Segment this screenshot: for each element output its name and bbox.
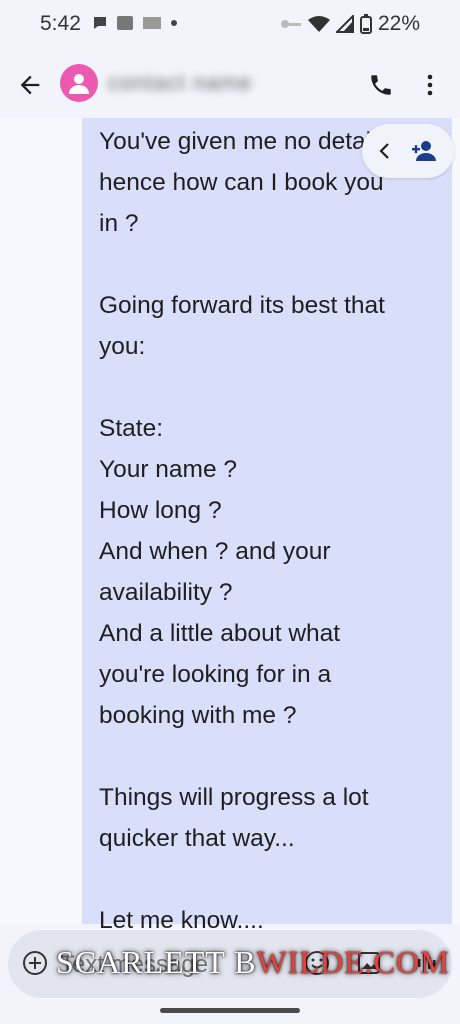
- person-icon: [69, 74, 89, 94]
- status-right: 22%: [280, 12, 420, 36]
- more-vert-icon[interactable]: [420, 72, 440, 98]
- add-circle-icon[interactable]: [22, 950, 48, 976]
- avatar[interactable]: [60, 64, 98, 102]
- status-bar: 5:42 22%: [0, 0, 460, 52]
- app-bar: contact name: [0, 52, 460, 118]
- notification-icons: [92, 14, 178, 32]
- gallery-icon[interactable]: [356, 950, 382, 976]
- key-icon: [280, 20, 301, 28]
- battery-icon: [359, 14, 372, 34]
- message-input[interactable]: [58, 946, 302, 984]
- dot-icon: [171, 20, 177, 26]
- battery-percent: 22%: [377, 12, 420, 35]
- contact-name[interactable]: contact name: [108, 70, 252, 96]
- wifi-icon: [307, 16, 330, 32]
- back-arrow-icon[interactable]: [16, 71, 44, 99]
- phone-icon[interactable]: [368, 72, 394, 98]
- message-text: You've given me no details hence how can…: [99, 128, 389, 934]
- contact-suggestion-chip[interactable]: [362, 124, 454, 178]
- navigation-handle[interactable]: [160, 1008, 300, 1013]
- signal-icon: [335, 15, 354, 33]
- photo-icon: [117, 16, 133, 30]
- compose-bar: [8, 930, 452, 998]
- status-time: 5:42: [40, 12, 81, 35]
- add-person-icon[interactable]: [411, 139, 439, 163]
- voice-icon[interactable]: [416, 950, 438, 976]
- chat-bubble-icon: [94, 17, 106, 29]
- chevron-left-icon[interactable]: [377, 141, 393, 161]
- cast-icon: [143, 17, 161, 29]
- emoji-icon[interactable]: [304, 950, 330, 976]
